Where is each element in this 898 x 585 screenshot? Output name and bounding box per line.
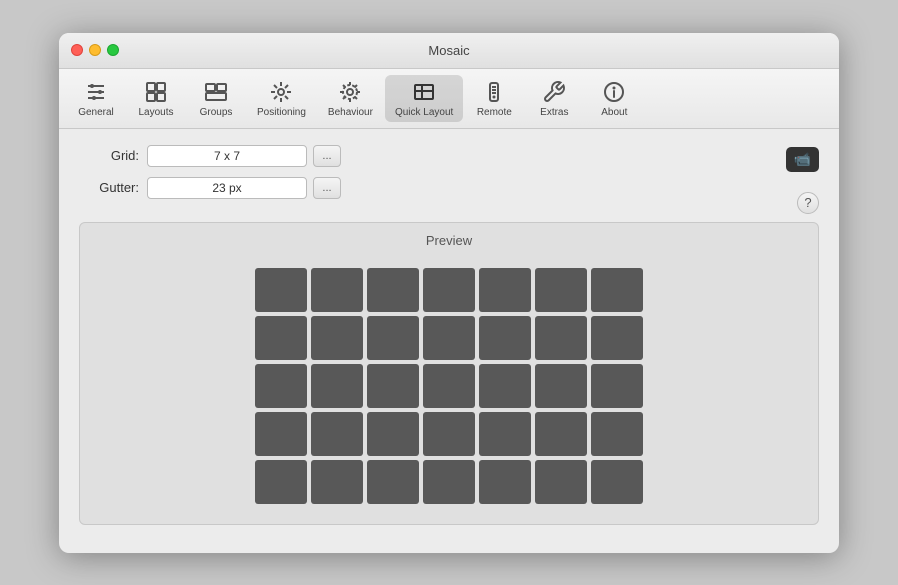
toolbar-label-general: General xyxy=(78,107,114,118)
toolbar-label-behaviour: Behaviour xyxy=(328,107,373,118)
grid-preview xyxy=(245,258,653,514)
toolbar-label-layouts: Layouts xyxy=(138,107,173,118)
toolbar-item-about[interactable]: About xyxy=(585,75,643,122)
maximize-button[interactable] xyxy=(107,44,119,56)
titlebar: Mosaic xyxy=(59,33,839,69)
grid-input[interactable] xyxy=(147,145,307,167)
preview-panel: Preview xyxy=(79,222,819,525)
sliders-icon xyxy=(80,79,112,105)
gutter-input[interactable] xyxy=(147,177,307,199)
form-and-controls: Grid: ... Gutter: ... 📹 ? xyxy=(79,145,819,214)
main-window: Mosaic General xyxy=(59,33,839,553)
toolbar-item-general[interactable]: General xyxy=(67,75,125,122)
right-controls: 📹 ? xyxy=(786,145,819,214)
grid-label: Grid: xyxy=(79,148,139,163)
layouts-icon xyxy=(140,79,172,105)
content-area: Grid: ... Gutter: ... 📹 ? xyxy=(59,129,839,553)
toolbar-item-extras[interactable]: Extras xyxy=(525,75,583,122)
toolbar-item-quick-layout[interactable]: Quick Layout xyxy=(385,75,463,122)
toolbar-label-about: About xyxy=(601,107,627,118)
window-title: Mosaic xyxy=(428,43,469,58)
toolbar-label-remote: Remote xyxy=(477,107,512,118)
toolbar-item-remote[interactable]: Remote xyxy=(465,75,523,122)
about-icon xyxy=(598,79,630,105)
quick-layout-icon xyxy=(408,79,440,105)
grid-dots-button[interactable]: ... xyxy=(313,145,341,167)
groups-icon xyxy=(200,79,232,105)
behaviour-icon xyxy=(334,79,366,105)
toolbar-label-positioning: Positioning xyxy=(257,107,306,118)
help-icon: ? xyxy=(804,195,811,210)
gutter-row: Gutter: ... xyxy=(79,177,786,199)
form-fields: Grid: ... Gutter: ... xyxy=(79,145,786,209)
help-button[interactable]: ? xyxy=(797,192,819,214)
video-icon: 📹 xyxy=(794,151,811,168)
remote-icon xyxy=(478,79,510,105)
close-button[interactable] xyxy=(71,44,83,56)
toolbar: General Layouts G xyxy=(59,69,839,129)
toolbar-item-behaviour[interactable]: Behaviour xyxy=(318,75,383,122)
toolbar-item-groups[interactable]: Groups xyxy=(187,75,245,122)
toolbar-label-quick-layout: Quick Layout xyxy=(395,107,453,118)
grid-row: Grid: ... xyxy=(79,145,786,167)
positioning-icon xyxy=(265,79,297,105)
preview-label: Preview xyxy=(90,233,808,248)
extras-icon xyxy=(538,79,570,105)
gutter-dots-button[interactable]: ... xyxy=(313,177,341,199)
video-button[interactable]: 📹 xyxy=(786,147,819,172)
toolbar-item-layouts[interactable]: Layouts xyxy=(127,75,185,122)
toolbar-item-positioning[interactable]: Positioning xyxy=(247,75,316,122)
gutter-label: Gutter: xyxy=(79,180,139,195)
minimize-button[interactable] xyxy=(89,44,101,56)
toolbar-label-extras: Extras xyxy=(540,107,568,118)
toolbar-label-groups: Groups xyxy=(200,107,233,118)
traffic-lights xyxy=(71,44,119,56)
